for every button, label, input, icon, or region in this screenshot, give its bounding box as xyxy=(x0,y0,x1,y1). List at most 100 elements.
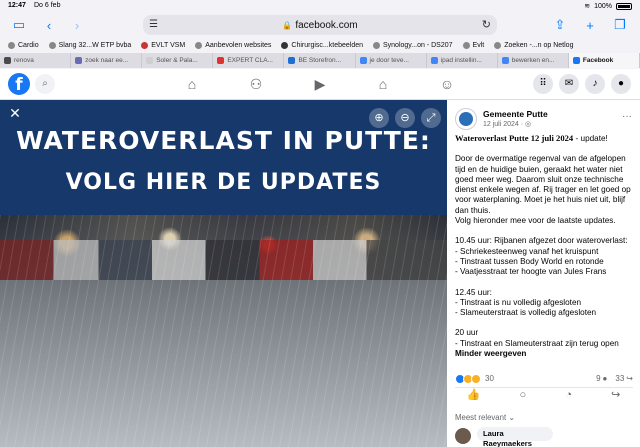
browser-tab[interactable]: renova xyxy=(0,53,72,68)
update-title: 12.45 uur: xyxy=(455,287,492,297)
page-menu-icon[interactable]: ☰ xyxy=(149,19,158,30)
back-icon[interactable]: ‹ xyxy=(40,16,58,34)
watch-icon[interactable]: ▶ xyxy=(310,76,330,93)
reactions-count: 30 xyxy=(485,373,494,383)
browser-tab[interactable]: zoek naar ee... xyxy=(71,53,143,68)
photo-viewer: WATEROVERLAST IN PUTTE: VOLG HIER DE UPD… xyxy=(0,100,447,447)
post-headline: Wateroverlast Putte 12 juli 2024 - updat… xyxy=(455,133,608,143)
share-count-icon: ↪ xyxy=(626,373,633,383)
browser-tab[interactable]: BE Storefron... xyxy=(284,53,356,68)
show-less-link[interactable]: Minder weergeven xyxy=(455,349,635,359)
update-line: - Slameuterstraat is volledig afgesloten xyxy=(455,308,597,318)
page-avatar[interactable] xyxy=(455,108,477,130)
browser-tab[interactable]: Soler & Pala... xyxy=(142,53,214,68)
globe-icon: ◎ xyxy=(525,121,532,128)
post-intro-2: Volg hieronder mee voor de laatste updat… xyxy=(455,216,616,226)
favicon xyxy=(430,57,438,64)
reactions-row[interactable]: 30 9 ● 33 ↪ xyxy=(455,373,633,385)
marketplace-icon[interactable]: ⌂ xyxy=(373,76,393,92)
post-panel: Gemeente Putte 12 juli 2024 · ◎ ··· Wate… xyxy=(447,100,640,447)
facebook-header: f ⌕ ⌂ ⚇ ▶ ⌂ ☺ ⠿ ✉ ♪ ● xyxy=(0,69,640,100)
forward-icon[interactable]: › xyxy=(68,16,86,34)
browser-tab-active[interactable]: Facebook xyxy=(568,53,640,68)
messenger-icon[interactable]: ✉ xyxy=(559,74,579,94)
logo-icon xyxy=(459,112,473,126)
browser-tab[interactable]: je door teve... xyxy=(356,53,427,68)
bookmark-item[interactable]: Zoeken -...n op Netlog xyxy=(494,41,573,49)
post-date[interactable]: 12 juli 2024 · ◎ xyxy=(483,120,531,130)
sidebar-icon[interactable]: ▭ xyxy=(10,16,28,34)
search-icon[interactable]: ⌕ xyxy=(35,74,55,94)
fullscreen-icon[interactable]: ⤢ xyxy=(421,108,441,128)
bookmark-item[interactable]: Chirurgisc...ktebeelden xyxy=(281,41,363,49)
bookmark-item[interactable]: Cardio xyxy=(8,41,39,49)
update-line: - Tinstraat is nu volledig afgesloten xyxy=(455,297,582,307)
avatar[interactable] xyxy=(455,428,471,444)
chevron-down-icon: ⌄ xyxy=(508,413,515,422)
address-bar[interactable]: ☰ 🔒 facebook.com ↻ xyxy=(143,15,497,35)
status-right: ≋ 100% xyxy=(584,2,632,10)
update-line: - Tinstraat tussen Body World en rotonde xyxy=(455,256,604,266)
folder-icon xyxy=(8,41,15,49)
comment-count-icon: ● xyxy=(602,373,608,383)
comment-icon[interactable]: ○ xyxy=(519,390,526,408)
search-icon xyxy=(494,41,502,49)
tab-overview-icon[interactable]: ❐ xyxy=(611,16,629,34)
browser-toolbar: ▭ ‹ › ☰ 🔒 facebook.com ↻ ⇪ + ❐ xyxy=(0,12,640,38)
favicon xyxy=(359,57,367,64)
bookmark-item[interactable]: Synology...on - DS207 xyxy=(373,41,453,49)
comments-count[interactable]: 9 xyxy=(596,374,600,384)
battery-icon xyxy=(616,2,632,10)
site-icon xyxy=(141,41,149,49)
bookmark-item[interactable]: Evlt xyxy=(462,41,484,49)
home-icon[interactable]: ⌂ xyxy=(182,76,202,92)
status-bar: 12:47 Do 6 feb ≋ 100% xyxy=(0,0,640,12)
browser-tab[interactable]: bewerken en... xyxy=(498,53,569,68)
bookmark-item[interactable]: EVLT VSM xyxy=(141,41,185,49)
browser-tab[interactable]: EXPERT CLA... xyxy=(213,53,285,68)
menu-grid-icon[interactable]: ⠿ xyxy=(533,74,553,94)
globe-icon xyxy=(373,41,380,49)
browser-tab[interactable]: ipad instellin... xyxy=(427,53,498,68)
notifications-icon[interactable]: ♪ xyxy=(585,74,605,94)
lock-icon: 🔒 xyxy=(282,20,293,30)
zoom-out-icon[interactable]: ⊖ xyxy=(395,108,415,128)
rain-streaks xyxy=(0,215,447,447)
zoom-in-icon[interactable]: ⊕ xyxy=(369,108,389,128)
sad-reaction-icon xyxy=(471,374,481,384)
whatsapp-icon[interactable]: ◔ xyxy=(565,390,572,408)
favicon xyxy=(4,57,11,64)
groups-icon[interactable]: ☺ xyxy=(437,76,457,92)
clock: 12:47 xyxy=(8,2,26,9)
comment-sort[interactable]: Meest relevant ⌄ xyxy=(455,413,515,423)
wifi-icon: ≋ xyxy=(584,3,591,10)
post-author[interactable]: Gemeente Putte xyxy=(483,109,548,119)
divider xyxy=(455,387,633,388)
favicon xyxy=(501,57,509,64)
reload-icon[interactable]: ↻ xyxy=(482,18,491,31)
share-icon[interactable]: ↪ xyxy=(611,390,620,408)
globe-icon xyxy=(48,41,56,49)
post-body: Wateroverlast Putte 12 juli 2024 - updat… xyxy=(455,133,635,359)
close-icon[interactable]: ✕ xyxy=(6,104,24,122)
banner-line-1: WATEROVERLAST IN PUTTE: xyxy=(16,126,431,155)
favicon xyxy=(288,57,296,64)
bookmark-item[interactable]: Slang 32...W ETP bvba xyxy=(48,41,131,49)
favicon xyxy=(217,57,225,64)
battery-percent: 100% xyxy=(594,2,612,10)
new-tab-icon[interactable]: + xyxy=(581,16,599,34)
like-icon[interactable]: 👍 xyxy=(467,390,481,408)
update-line: - Tinstraat en Slameuterstraat zijn teru… xyxy=(455,338,619,348)
friends-icon[interactable]: ⚇ xyxy=(246,76,266,93)
date: Do 6 feb xyxy=(34,2,61,9)
commenter-name[interactable]: Laura Raeymaekers xyxy=(477,427,553,447)
more-options-icon[interactable]: ··· xyxy=(622,111,632,122)
banner-line-2: VOLG HIER DE UPDATES xyxy=(65,170,382,195)
facebook-logo[interactable]: f xyxy=(8,73,30,95)
update-line: - Schriekesteenweg vanaf het kruispunt xyxy=(455,246,599,256)
bookmark-item[interactable]: Aanbevolen websites xyxy=(195,41,271,49)
shares-count[interactable]: 33 xyxy=(615,374,624,384)
profile-icon[interactable]: ● xyxy=(611,74,631,94)
share-icon[interactable]: ⇪ xyxy=(551,16,569,34)
update-title: 20 uur xyxy=(455,328,479,338)
